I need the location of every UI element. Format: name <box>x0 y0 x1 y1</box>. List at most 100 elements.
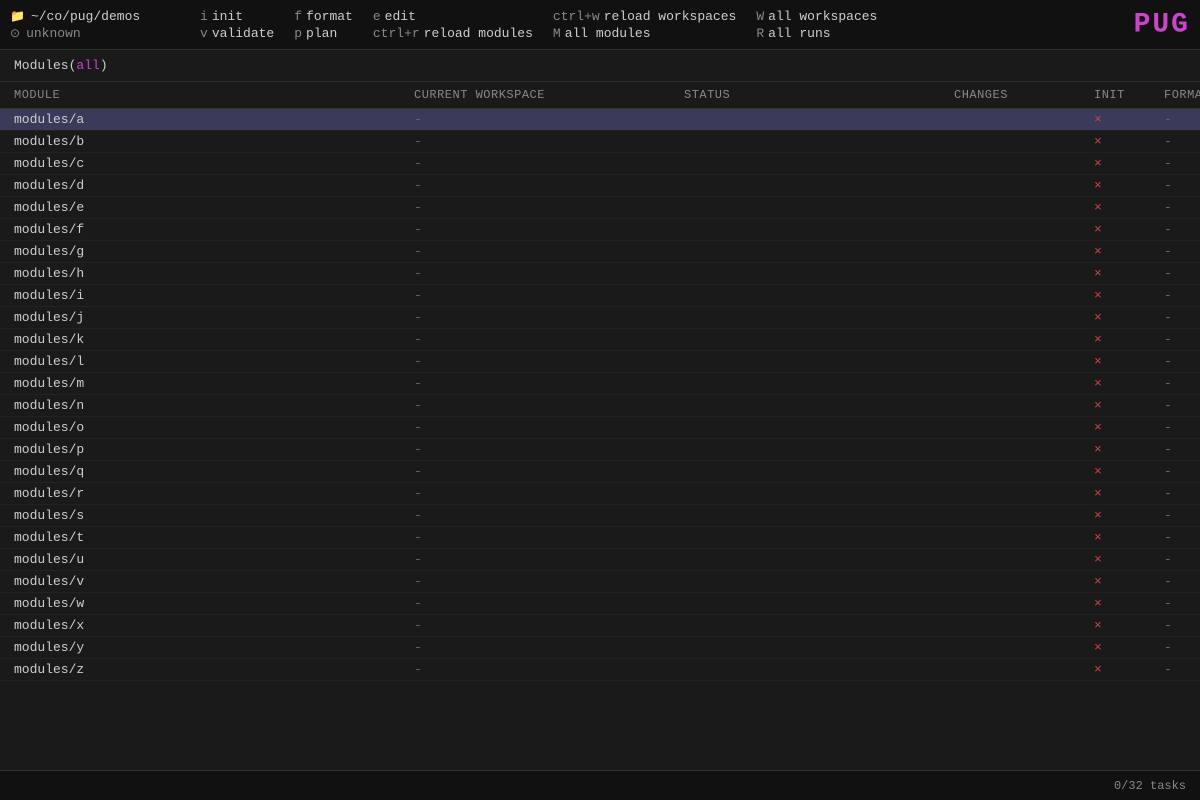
shortcut-init[interactable]: i init <box>200 9 274 24</box>
shortcut-col-2: f format p plan <box>294 9 353 41</box>
cell-dash <box>684 552 954 567</box>
cell-x-mark: × <box>1094 530 1164 545</box>
shortcut-reload-workspaces[interactable]: ctrl+w reload workspaces <box>553 9 736 24</box>
cell-module-name: modules/k <box>14 332 414 347</box>
cell-dash <box>684 266 954 281</box>
cell-dash <box>954 442 1094 457</box>
modules-suffix: ) <box>100 58 108 73</box>
cell-dash: - <box>414 266 684 281</box>
shortcut-plan[interactable]: p plan <box>294 26 353 41</box>
cell-module-name: modules/d <box>14 178 414 193</box>
table-row[interactable]: modules/j-×-- <box>0 307 1200 329</box>
cell-dash <box>954 596 1094 611</box>
table-row[interactable]: modules/z-×-- <box>0 659 1200 681</box>
cell-x-mark: × <box>1094 596 1164 611</box>
table-row[interactable]: modules/a-×-- <box>0 109 1200 131</box>
table-row[interactable]: modules/b-×-- <box>0 131 1200 153</box>
topbar-left: 📁 ~/co/pug/demos ⊙ unknown <box>10 9 190 41</box>
table-row[interactable]: modules/r-×-- <box>0 483 1200 505</box>
table-row[interactable]: modules/s-×-- <box>0 505 1200 527</box>
cell-module-name: modules/j <box>14 310 414 325</box>
label-all-modules: all modules <box>565 26 651 41</box>
table-row[interactable]: modules/e-×-- <box>0 197 1200 219</box>
cell-x-mark: × <box>1094 354 1164 369</box>
table-row[interactable]: modules/v-×-- <box>0 571 1200 593</box>
cell-dash: - <box>414 200 684 215</box>
shortcut-all-runs[interactable]: R all runs <box>756 26 877 41</box>
cell-dash: - <box>414 376 684 391</box>
cell-dash: - <box>1164 464 1200 479</box>
cell-dash <box>954 398 1094 413</box>
cell-dash <box>684 464 954 479</box>
cell-dash <box>954 222 1094 237</box>
path-text: ~/co/pug/demos <box>31 9 140 24</box>
pug-logo: PUG <box>1134 9 1190 40</box>
shortcut-all-modules[interactable]: M all modules <box>553 26 736 41</box>
cell-dash: - <box>1164 244 1200 259</box>
key-e: e <box>373 9 381 24</box>
table-row[interactable]: modules/m-×-- <box>0 373 1200 395</box>
shortcut-edit[interactable]: e edit <box>373 9 533 24</box>
table-row[interactable]: modules/i-×-- <box>0 285 1200 307</box>
cell-x-mark: × <box>1094 442 1164 457</box>
shortcut-validate[interactable]: v validate <box>200 26 274 41</box>
shortcut-all-workspaces[interactable]: W all workspaces <box>756 9 877 24</box>
circle-icon: ⊙ <box>10 26 20 41</box>
cell-dash <box>954 508 1094 523</box>
table-row[interactable]: modules/l-×-- <box>0 351 1200 373</box>
cell-dash <box>684 310 954 325</box>
table-row[interactable]: modules/y-×-- <box>0 637 1200 659</box>
cell-dash: - <box>414 112 684 127</box>
cell-dash <box>954 376 1094 391</box>
cell-x-mark: × <box>1094 552 1164 567</box>
cell-dash: - <box>414 178 684 193</box>
task-count: 0/32 tasks <box>1114 779 1186 793</box>
cell-module-name: modules/a <box>14 112 414 127</box>
label-format: format <box>306 9 353 24</box>
table-row[interactable]: modules/k-×-- <box>0 329 1200 351</box>
shortcut-format[interactable]: f format <box>294 9 353 24</box>
table-row[interactable]: modules/p-×-- <box>0 439 1200 461</box>
cell-dash <box>954 530 1094 545</box>
col-status: STATUS <box>684 88 954 102</box>
key-ctrl-w: ctrl+w <box>553 9 600 24</box>
table-row[interactable]: modules/c-×-- <box>0 153 1200 175</box>
cell-x-mark: × <box>1094 200 1164 215</box>
cell-dash: - <box>414 618 684 633</box>
table-row[interactable]: modules/t-×-- <box>0 527 1200 549</box>
table-row[interactable]: modules/g-×-- <box>0 241 1200 263</box>
cell-dash: - <box>1164 596 1200 611</box>
table-row[interactable]: modules/x-×-- <box>0 615 1200 637</box>
cell-dash <box>954 618 1094 633</box>
table-row[interactable]: modules/f-×-- <box>0 219 1200 241</box>
table-row[interactable]: modules/q-×-- <box>0 461 1200 483</box>
table-row[interactable]: modules/h-×-- <box>0 263 1200 285</box>
cell-dash: - <box>1164 178 1200 193</box>
cell-dash <box>954 464 1094 479</box>
label-plan: plan <box>306 26 337 41</box>
table-row[interactable]: modules/d-×-- <box>0 175 1200 197</box>
cell-dash: - <box>414 442 684 457</box>
table-row[interactable]: modules/o-×-- <box>0 417 1200 439</box>
shortcut-col-4: ctrl+w reload workspaces M all modules <box>553 9 736 41</box>
key-R: R <box>756 26 764 41</box>
table-row[interactable]: modules/w-×-- <box>0 593 1200 615</box>
modules-title: Modules(all) <box>14 58 108 73</box>
table-row[interactable]: modules/n-×-- <box>0 395 1200 417</box>
table-header: MODULE CURRENT WORKSPACE STATUS CHANGES … <box>0 82 1200 109</box>
cell-dash: - <box>1164 310 1200 325</box>
cell-dash: - <box>414 464 684 479</box>
col-changes: CHANGES <box>954 88 1094 102</box>
cell-dash: - <box>414 310 684 325</box>
cell-module-name: modules/o <box>14 420 414 435</box>
cell-x-mark: × <box>1094 244 1164 259</box>
cell-dash: - <box>1164 288 1200 303</box>
table-row[interactable]: modules/u-×-- <box>0 549 1200 571</box>
label-init: init <box>212 9 243 24</box>
cell-dash <box>954 244 1094 259</box>
cell-dash: - <box>414 222 684 237</box>
key-f: f <box>294 9 302 24</box>
cell-dash: - <box>1164 376 1200 391</box>
all-link[interactable]: all <box>76 58 99 73</box>
shortcut-reload-modules[interactable]: ctrl+r reload modules <box>373 26 533 41</box>
